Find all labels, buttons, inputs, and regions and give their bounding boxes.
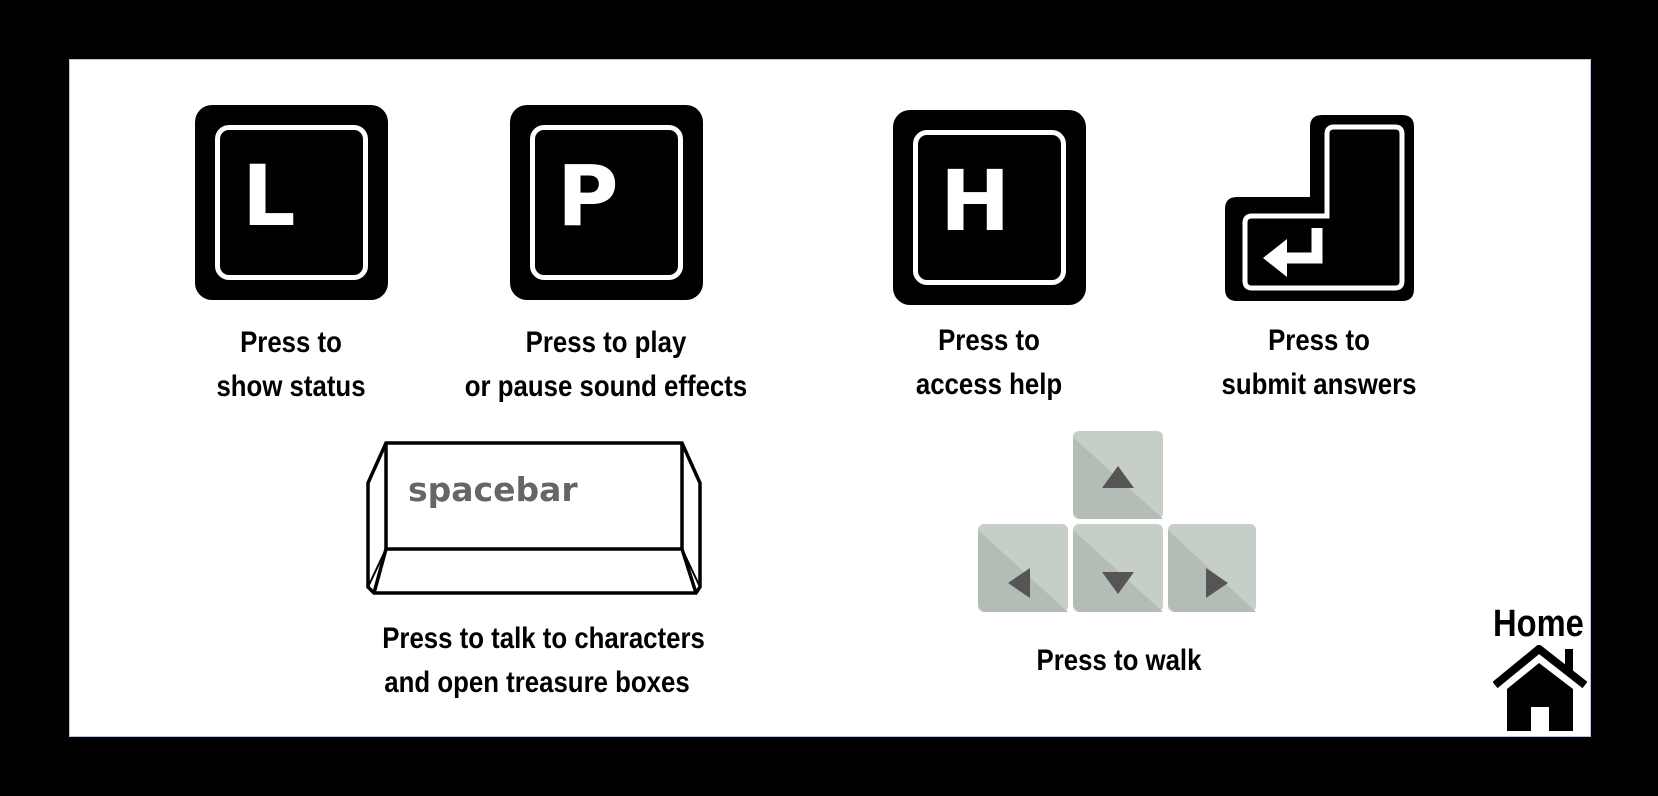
enter-key-caption: Press to submit answers — [1221, 324, 1417, 401]
home-label: Home — [1493, 603, 1584, 645]
spacebar-key-label: spacebar — [408, 470, 578, 509]
h-key-letter: H — [940, 152, 1011, 250]
controls-help-panel: L Press to show status P Press to play o… — [69, 59, 1591, 737]
enter-key-icon — [1225, 115, 1414, 301]
h-key-icon: H — [893, 110, 1086, 305]
spacebar-key-icon: spacebar — [366, 441, 702, 595]
l-key-letter: L — [242, 147, 296, 245]
left-arrow-key — [978, 524, 1068, 612]
home-button[interactable]: Home — [1493, 605, 1591, 735]
down-arrow-key — [1073, 524, 1163, 612]
h-key-caption: Press to access help — [915, 324, 1063, 401]
p-key-icon: P — [510, 105, 703, 300]
right-arrow-key — [1168, 524, 1256, 612]
arrow-keys-icon — [978, 431, 1256, 612]
up-arrow-key — [1073, 431, 1163, 519]
p-key-letter: P — [557, 147, 619, 245]
house-icon — [1493, 645, 1588, 731]
arrow-keys-caption: Press to walk — [1036, 644, 1202, 677]
l-key-caption: Press to show status — [216, 326, 366, 403]
spacebar-caption: Press to talk to characters and open tre… — [382, 622, 705, 699]
p-key-caption: Press to play or pause sound effects — [464, 326, 748, 403]
l-key-icon: L — [195, 105, 388, 300]
